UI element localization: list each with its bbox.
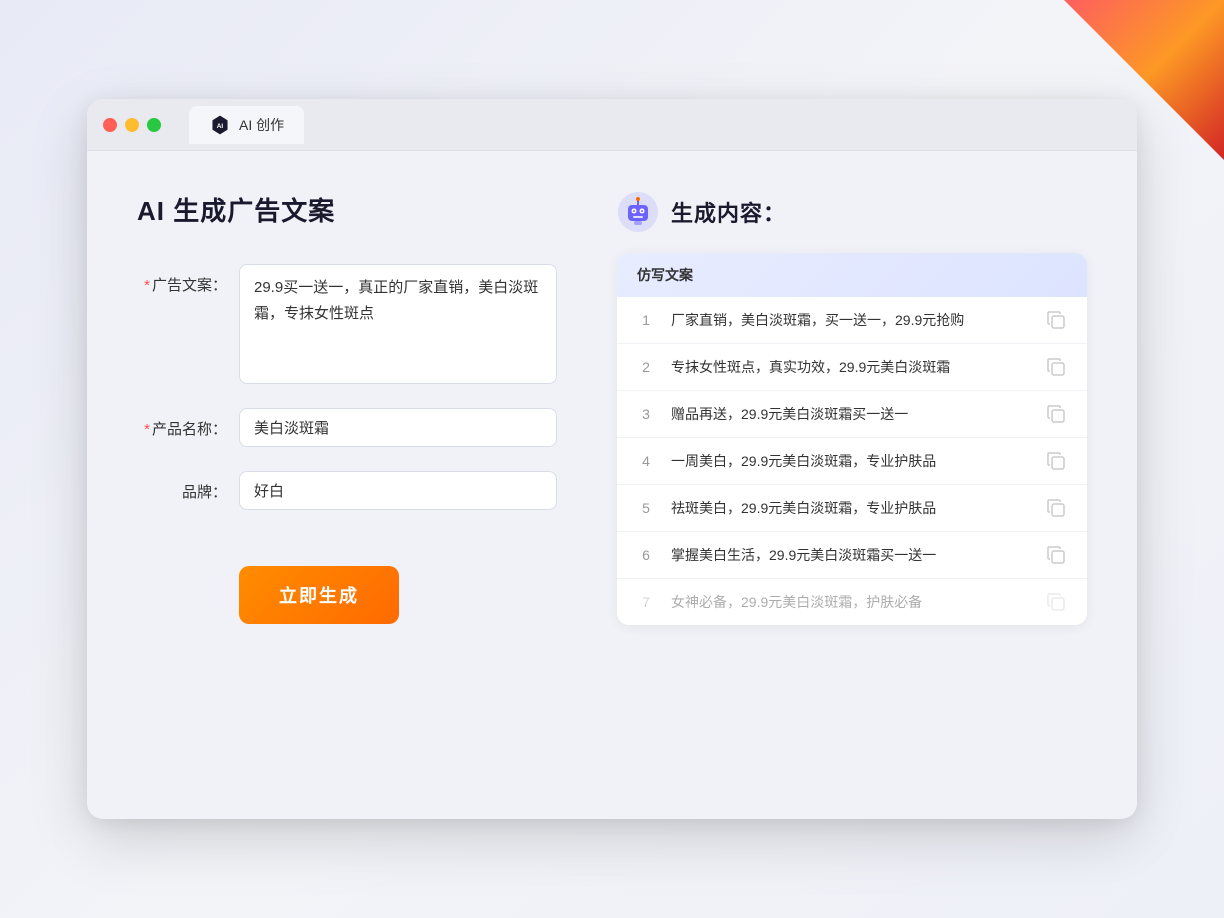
row-number: 1	[637, 312, 655, 328]
brand-group: 品牌：	[137, 471, 557, 510]
table-row: 7 女神必备，29.9元美白淡斑霜，护肤必备	[617, 579, 1087, 625]
right-panel: 生成内容： 仿写文案 1 厂家直销，美白淡斑霜，买一送一，29.9元抢购 2 专…	[617, 191, 1087, 779]
fullscreen-button[interactable]	[147, 118, 161, 132]
right-header: 生成内容：	[617, 191, 1087, 233]
product-name-label: *产品名称：	[137, 408, 227, 439]
table-row: 6 掌握美白生活，29.9元美白淡斑霜买一送一	[617, 532, 1087, 579]
table-row: 2 专抹女性斑点，真实功效，29.9元美白淡斑霜	[617, 344, 1087, 391]
table-row: 1 厂家直销，美白淡斑霜，买一送一，29.9元抢购	[617, 297, 1087, 344]
copy-icon[interactable]	[1045, 309, 1067, 331]
row-number: 2	[637, 359, 655, 375]
traffic-lights	[103, 118, 161, 132]
row-text: 一周美白，29.9元美白淡斑霜，专业护肤品	[671, 451, 1029, 472]
robot-icon	[617, 191, 659, 233]
results-header: 仿写文案	[617, 253, 1087, 297]
row-number: 5	[637, 500, 655, 516]
tab-label: AI 创作	[239, 115, 284, 135]
results-table: 仿写文案 1 厂家直销，美白淡斑霜，买一送一，29.9元抢购 2 专抹女性斑点，…	[617, 253, 1087, 625]
browser-window: AI AI 创作 AI 生成广告文案 *广告文案： 29.9买一送一，真正的厂家…	[87, 99, 1137, 819]
minimize-button[interactable]	[125, 118, 139, 132]
table-row: 3 赠品再送，29.9元美白淡斑霜买一送一	[617, 391, 1087, 438]
copy-icon[interactable]	[1045, 356, 1067, 378]
svg-text:AI: AI	[217, 123, 224, 130]
row-text: 掌握美白生活，29.9元美白淡斑霜买一送一	[671, 545, 1029, 566]
row-number: 7	[637, 594, 655, 610]
browser-tab[interactable]: AI AI 创作	[189, 106, 304, 144]
row-number: 4	[637, 453, 655, 469]
row-text: 专抹女性斑点，真实功效，29.9元美白淡斑霜	[671, 357, 1029, 378]
required-mark-product: *	[144, 421, 150, 438]
page-title: AI 生成广告文案	[137, 191, 557, 228]
titlebar: AI AI 创作	[87, 99, 1137, 151]
copy-icon[interactable]	[1045, 450, 1067, 472]
row-text: 祛斑美白，29.9元美白淡斑霜，专业护肤品	[671, 498, 1029, 519]
generate-button[interactable]: 立即生成	[239, 566, 399, 624]
row-text: 厂家直销，美白淡斑霜，买一送一，29.9元抢购	[671, 310, 1029, 331]
close-button[interactable]	[103, 118, 117, 132]
ad-copy-label: *广告文案：	[137, 264, 227, 295]
row-text: 女神必备，29.9元美白淡斑霜，护肤必备	[671, 592, 1029, 613]
right-panel-title: 生成内容：	[671, 196, 786, 228]
ad-copy-input[interactable]: 29.9买一送一，真正的厂家直销，美白淡斑霜，专抹女性斑点	[239, 264, 557, 384]
brand-input[interactable]	[239, 471, 557, 510]
required-mark-ad: *	[144, 277, 150, 294]
ai-tab-icon: AI	[209, 114, 231, 136]
left-panel: AI 生成广告文案 *广告文案： 29.9买一送一，真正的厂家直销，美白淡斑霜，…	[137, 191, 557, 779]
copy-icon[interactable]	[1045, 497, 1067, 519]
row-text: 赠品再送，29.9元美白淡斑霜买一送一	[671, 404, 1029, 425]
copy-icon[interactable]	[1045, 591, 1067, 613]
row-number: 3	[637, 406, 655, 422]
ad-copy-group: *广告文案： 29.9买一送一，真正的厂家直销，美白淡斑霜，专抹女性斑点	[137, 264, 557, 384]
content-area: AI 生成广告文案 *广告文案： 29.9买一送一，真正的厂家直销，美白淡斑霜，…	[87, 151, 1137, 819]
product-name-input[interactable]	[239, 408, 557, 447]
brand-label: 品牌：	[137, 471, 227, 502]
row-number: 6	[637, 547, 655, 563]
copy-icon[interactable]	[1045, 403, 1067, 425]
copy-icon[interactable]	[1045, 544, 1067, 566]
table-row: 4 一周美白，29.9元美白淡斑霜，专业护肤品	[617, 438, 1087, 485]
product-name-group: *产品名称：	[137, 408, 557, 447]
table-row: 5 祛斑美白，29.9元美白淡斑霜，专业护肤品	[617, 485, 1087, 532]
